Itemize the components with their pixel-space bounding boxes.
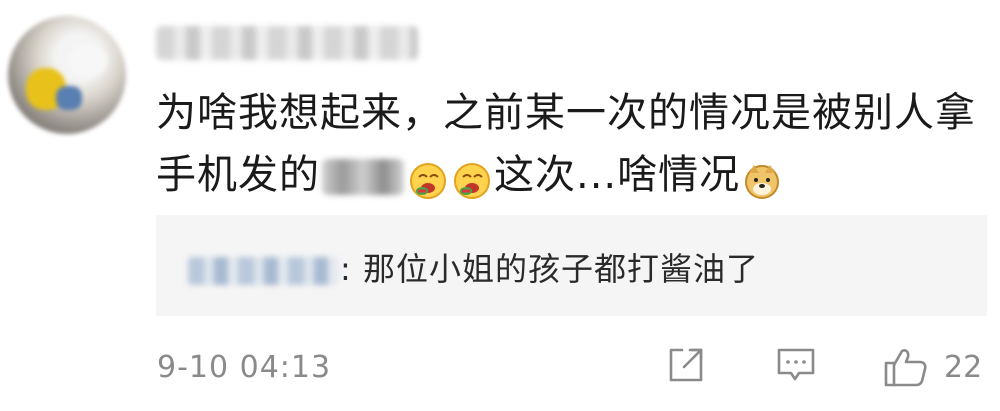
reply-preview-box[interactable]: : 那位小姐的孩子都打酱油了	[156, 215, 987, 316]
drooling-face-emoji-icon	[452, 157, 492, 199]
comment-timestamp: 9-10 04:13	[157, 350, 332, 385]
redacted-text	[322, 159, 404, 195]
reply-text: 那位小姐的孩子都打酱油了	[362, 250, 759, 288]
comment-author-name-blurred[interactable]	[156, 26, 418, 60]
reply-separator: :	[340, 250, 352, 288]
comment-text: 为啥我想起来，之前某一次的情况是被别人拿手机发的 这次...啥情况	[156, 82, 986, 206]
doge-emoji-icon	[742, 157, 782, 199]
comment-text-part2: 这次...啥情况	[494, 152, 741, 198]
avatar[interactable]	[8, 16, 126, 134]
share-icon	[669, 348, 703, 382]
like-button[interactable]: 22	[882, 345, 982, 389]
drooling-face-emoji-icon	[408, 157, 448, 199]
like-count: 22	[944, 349, 983, 385]
comment-icon	[777, 348, 815, 381]
reply-author-name-blurred[interactable]	[188, 257, 338, 285]
share-button[interactable]	[666, 345, 706, 385]
comment-button[interactable]	[775, 345, 817, 385]
thumbs-up-icon	[884, 349, 927, 387]
